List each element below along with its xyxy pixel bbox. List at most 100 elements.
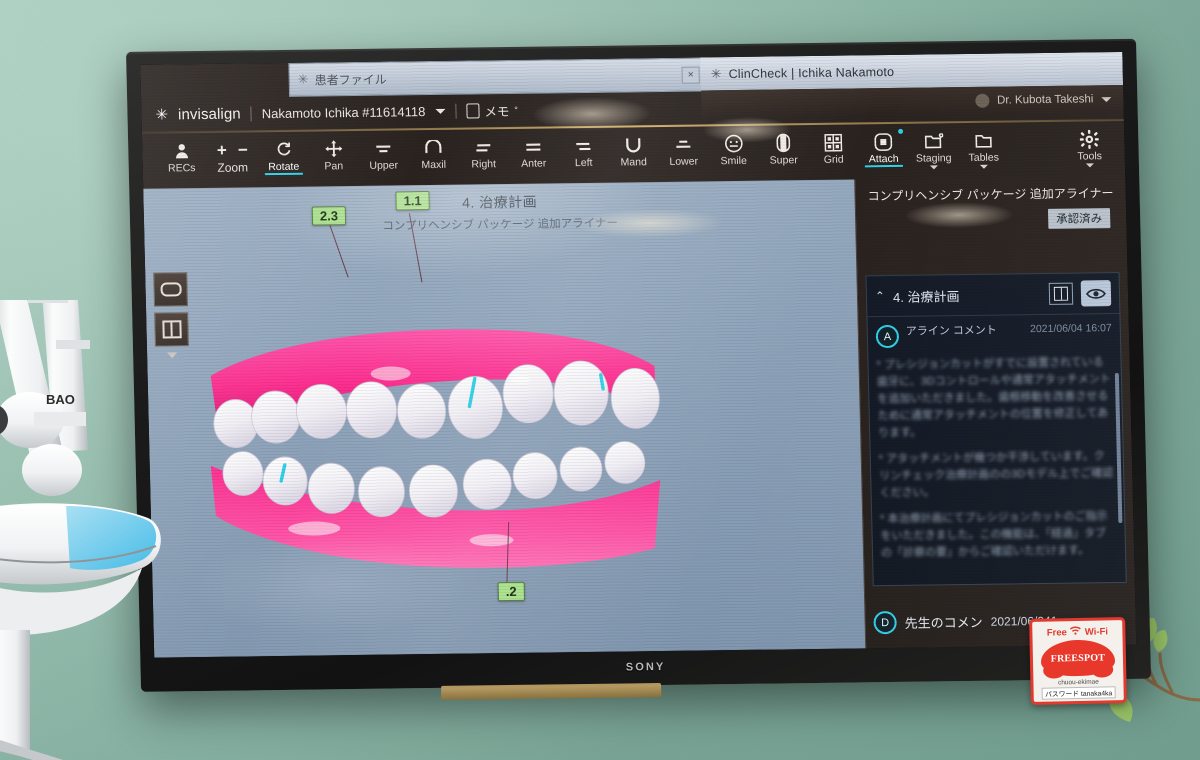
invisalign-wordmark: invisalign — [177, 105, 241, 123]
wifi-icon — [1070, 626, 1082, 638]
attachment-icon — [874, 131, 893, 152]
tool-label: Pan — [324, 160, 344, 173]
tool-pan[interactable]: Pan — [308, 136, 359, 173]
maxillary-icon — [424, 137, 442, 158]
mandibular-icon — [624, 134, 642, 155]
zoom-in-icon[interactable]: + — [217, 140, 227, 160]
upper-arch-icon — [374, 138, 392, 159]
memo-icon — [466, 102, 480, 119]
comment-date: 2021/06/04 16:07 — [1029, 322, 1112, 336]
tool-label: Tables — [968, 151, 1000, 164]
tool-label: Zoom — [217, 160, 249, 175]
tool-label: Maxil — [421, 158, 447, 172]
patient-name: Nakamoto Ichika #11614118 — [261, 103, 426, 121]
eye-icon — [1085, 288, 1106, 299]
tool-left[interactable]: Left — [558, 133, 609, 170]
measurement-badge[interactable]: .2 — [497, 581, 525, 602]
tool-recs[interactable]: RECs — [156, 138, 207, 175]
dental-light-arm: BAO — [0, 240, 190, 760]
chevron-down-icon[interactable] — [929, 165, 938, 170]
3d-viewport[interactable]: 4. 治療計画 コンプリヘンシブ パッケージ 追加アライナー 2.3 1.1 .… — [143, 179, 867, 658]
zoom-plus-minus-icon[interactable]: + − — [217, 139, 248, 160]
comments-panel: コンプリヘンシブ パッケージ 追加アライナー 承認済み ⌃ 4. 治療計画 A … — [854, 175, 1137, 649]
freespot-logo: FREESPOT — [1040, 639, 1116, 677]
comment-author: アライン コメント — [905, 324, 998, 338]
tool-tables[interactable]: Tables — [958, 127, 1009, 169]
tool-tools[interactable]: Tools — [1064, 126, 1115, 168]
degree-mark: ° — [514, 104, 519, 115]
split-panel-icon — [1053, 286, 1069, 301]
chevron-down-icon[interactable] — [1085, 163, 1094, 168]
measurement-badge[interactable]: 2.3 — [311, 206, 347, 226]
dental-3d-model[interactable] — [201, 312, 678, 618]
tool-label: Left — [574, 156, 593, 170]
tool-anter[interactable]: Anter — [508, 133, 559, 170]
split-panel-button[interactable] — [1048, 282, 1074, 305]
tool-label: RECs — [167, 162, 196, 175]
svg-text:BAO: BAO — [46, 392, 75, 407]
tool-label: Upper — [369, 159, 399, 172]
tool-label: Grid — [823, 153, 844, 166]
treatment-plan-card: ⌃ 4. 治療計画 A アライン コメント 2021/06/04 16:07 *… — [865, 272, 1127, 587]
tool-maxil[interactable]: Maxil — [408, 135, 459, 172]
patient-file-title: 患者ファイル — [314, 72, 387, 88]
notification-dot-icon — [898, 128, 904, 134]
tv-stand-bar — [441, 683, 662, 700]
tool-label: Super — [769, 154, 798, 167]
clincheck-app: ✳ 患者ファイル × ✳ ClinCheck | Ichika Nakamoto… — [140, 51, 1137, 658]
comment-paragraph: * アタッチメントが幾つか干渉しています。クリンチェック治療計画のの3Dモデル上… — [878, 450, 1114, 500]
tool-right[interactable]: Right — [458, 134, 509, 171]
comment-paragraph: * プレシジョンカットがすでに設置されている歯牙に、3Dコントロールや通常アタッ… — [876, 356, 1111, 440]
visibility-toggle-button[interactable] — [1080, 280, 1112, 307]
divider — [250, 105, 252, 121]
tool-attach[interactable]: Attach — [858, 128, 909, 166]
comment-meta: A アライン コメント 2021/06/04 16:07 — [875, 322, 1113, 349]
tool-label: Mand — [620, 156, 648, 169]
superimpose-icon — [776, 132, 791, 153]
tool-upper[interactable]: Upper — [358, 135, 409, 172]
anterior-view-icon — [524, 136, 542, 157]
window-titlebar: ✳ ClinCheck | Ichika Nakamoto — [700, 51, 1124, 91]
card-title: 4. 治療計画 — [892, 288, 960, 305]
window-title: ClinCheck | Ichika Nakamoto — [728, 64, 895, 81]
tool-label: Lower — [669, 155, 699, 168]
staging-folder-icon — [924, 130, 944, 151]
wifi-ssid: chuou-ekimae — [1057, 678, 1099, 687]
tool-label: Tools — [1077, 150, 1103, 163]
card-header: ⌃ 4. 治療計画 — [866, 273, 1120, 318]
tables-folder-icon — [974, 130, 993, 151]
viewport-header: 4. 治療計画 コンプリヘンシブ パッケージ 追加アライナー — [143, 187, 856, 236]
doctor-comment-label: 先生のコメン — [904, 614, 983, 631]
chevron-up-icon[interactable]: ⌃ — [875, 289, 885, 303]
wifi-label: Wi-Fi — [1084, 625, 1109, 638]
gear-icon — [1079, 128, 1099, 149]
tool-rotate[interactable]: Rotate — [258, 137, 309, 174]
comment-text: * プレシジョンカットがすでに設置されている歯牙に、3Dコントロールや通常アタッ… — [876, 354, 1117, 563]
wifi-sticker-top: Free Wi-Fi — [1047, 625, 1108, 638]
free-label: Free — [1046, 626, 1067, 639]
memo-button[interactable]: メモ ° — [466, 100, 518, 120]
tool-lower[interactable]: Lower — [658, 131, 709, 168]
wifi-password: パスワード tanaka4ka — [1041, 686, 1116, 700]
tool-smile[interactable]: Smile — [708, 131, 759, 168]
photo-scene: SONY ✳ 患者ファイル × ✳ ClinCheck | Ichika Nak… — [0, 0, 1200, 760]
zoom-out-icon[interactable]: − — [238, 140, 248, 160]
rotate-icon — [275, 139, 292, 160]
wifi-sticker: Free Wi-Fi FREESPOT chuou-ekimae パスワード t… — [1029, 617, 1127, 705]
tool-zoom[interactable]: + − Zoom — [206, 137, 259, 175]
tool-mand[interactable]: Mand — [608, 132, 659, 169]
memo-label: メモ — [484, 104, 510, 119]
tool-label: Staging — [915, 152, 952, 165]
tool-super[interactable]: Super — [758, 130, 809, 167]
tool-grid[interactable]: Grid — [808, 129, 859, 166]
measurement-badge[interactable]: 1.1 — [395, 191, 430, 211]
tool-staging[interactable]: Staging — [908, 128, 959, 170]
patient-chevron-down-icon[interactable] — [435, 108, 446, 114]
freespot-brand: FREESPOT — [1050, 651, 1106, 665]
patient-file-window[interactable]: ✳ 患者ファイル × — [288, 57, 710, 97]
chevron-down-icon[interactable] — [979, 164, 988, 169]
invisalign-logo-icon: ✳ — [155, 106, 169, 124]
close-icon[interactable]: × — [681, 65, 700, 84]
avatar: A — [875, 324, 900, 349]
